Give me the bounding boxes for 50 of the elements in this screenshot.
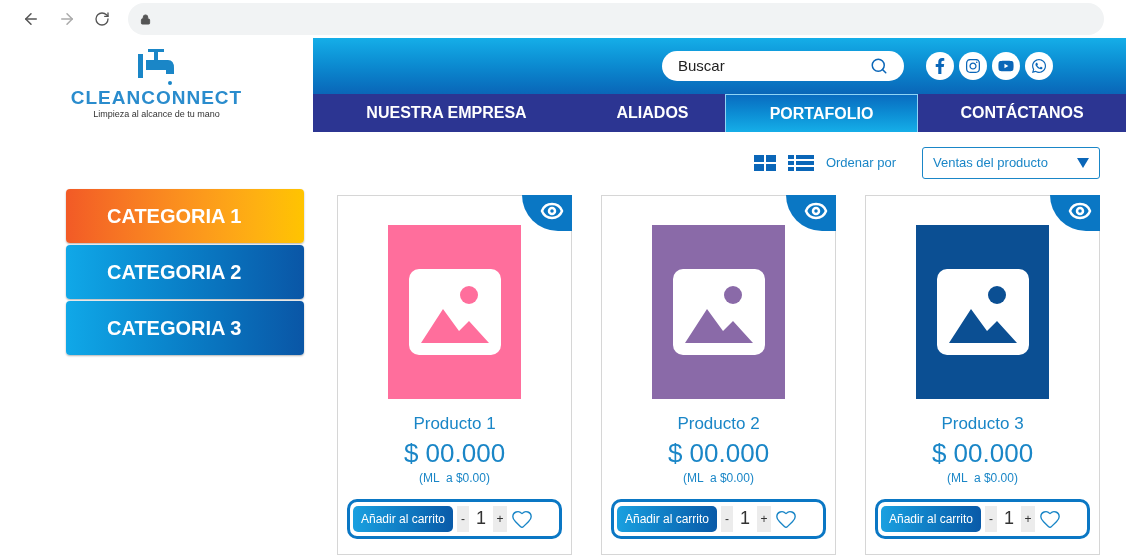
unit-price: (ML a $0.00): [419, 469, 490, 487]
view-button[interactable]: [1050, 195, 1100, 231]
product-name: Producto 1: [413, 413, 496, 435]
caret-icon: [1077, 158, 1089, 168]
image-placeholder-icon: [936, 269, 1029, 355]
product-name: Producto 2: [677, 413, 760, 435]
sort-dropdown[interactable]: Ventas del producto: [922, 147, 1100, 179]
category-button[interactable]: CATEGORIA 2: [66, 245, 304, 299]
increase-button[interactable]: +: [757, 509, 772, 528]
reload-icon[interactable]: [94, 11, 110, 27]
nav-tab[interactable]: ALIADOS: [580, 94, 725, 132]
increase-button[interactable]: +: [493, 509, 508, 528]
nav-tab[interactable]: NUESTRA EMPRESA: [313, 94, 580, 132]
product-price: $ 00.000: [931, 436, 1034, 469]
grid-view-icon[interactable]: [753, 155, 776, 171]
lock-icon: [140, 13, 151, 25]
view-button[interactable]: [522, 195, 572, 231]
category-button[interactable]: CATEGORIA 3: [66, 301, 304, 355]
search-icon[interactable]: [870, 57, 888, 75]
unit-price: (ML a $0.00): [683, 469, 754, 487]
back-icon[interactable]: [22, 10, 40, 28]
unit-price: (ML a $0.00): [947, 469, 1018, 487]
instagram-icon[interactable]: [959, 52, 987, 80]
search-field[interactable]: Buscar: [662, 51, 904, 81]
logo-name: CLEANCONNECT: [70, 88, 243, 109]
youtube-icon[interactable]: [992, 52, 1020, 80]
decrease-button[interactable]: -: [457, 509, 470, 528]
decrease-button[interactable]: -: [721, 509, 734, 528]
product-name: Producto 3: [941, 413, 1024, 435]
list-view-icon[interactable]: [787, 155, 814, 171]
decrease-button[interactable]: -: [985, 509, 998, 528]
product-price: $ 00.000: [667, 436, 770, 469]
nav-tab[interactable]: PORTAFOLIO: [725, 94, 918, 132]
add-to-cart-button[interactable]: Añadir al carrito: [353, 505, 454, 532]
image-placeholder-icon: [408, 269, 501, 355]
quantity-field[interactable]: 1: [733, 505, 758, 532]
whatsapp-icon[interactable]: [1025, 52, 1053, 80]
increase-button[interactable]: +: [1021, 509, 1036, 528]
quantity-field[interactable]: 1: [997, 505, 1022, 532]
product-price: $ 00.000: [403, 436, 506, 469]
facebook-icon[interactable]: [926, 52, 954, 80]
view-button[interactable]: [786, 195, 836, 231]
sort-label: Ordenar por: [825, 154, 896, 173]
image-placeholder-icon: [672, 269, 765, 355]
nav-tab[interactable]: CONTÁCTANOS: [918, 94, 1126, 132]
add-to-cart-button[interactable]: Añadir al carrito: [881, 505, 982, 532]
quantity-field[interactable]: 1: [469, 505, 494, 532]
add-to-cart-button[interactable]: Añadir al carrito: [617, 505, 718, 532]
search-input[interactable]: Buscar: [678, 54, 870, 78]
logo-tagline: Limpieza al alcance de tu mano: [93, 108, 220, 122]
